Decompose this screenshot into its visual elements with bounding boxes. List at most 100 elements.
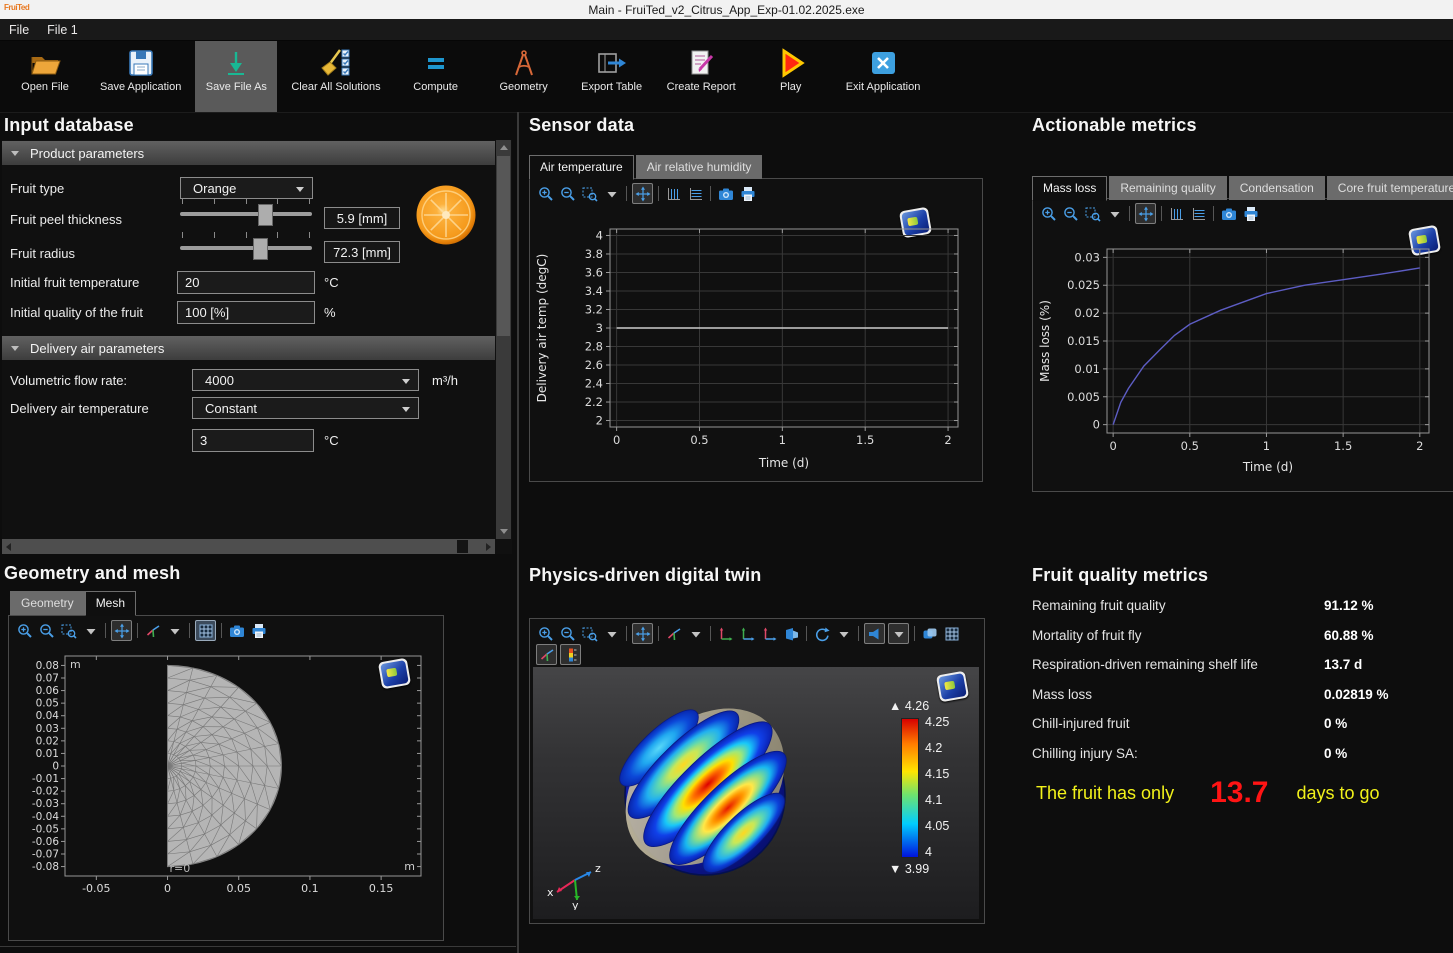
zoom-box-icon[interactable] [59,621,78,640]
zoom-out-icon[interactable] [558,624,577,643]
print-icon[interactable] [738,184,757,203]
print-icon[interactable] [249,621,268,640]
fruit-radius-value[interactable]: 72.3 [mm] [324,241,400,263]
caret-icon[interactable] [165,621,184,640]
slider-track[interactable] [180,246,312,250]
initial-fruit-temperature-input[interactable]: 20 [177,271,315,294]
export-table-button[interactable]: Export Table [571,41,653,112]
grid-toggle-icon[interactable] [195,620,216,641]
save-application-button[interactable]: Save Application [92,41,189,112]
mass-loss-chart[interactable]: 00.511.5200.0050.010.0150.020.0250.03Tim… [1035,235,1443,484]
vertical-scrollbar[interactable] [496,140,511,539]
scene-light-icon[interactable] [920,624,939,643]
zoom-extents-icon[interactable] [632,623,653,644]
delivery-air-temperature-input[interactable]: 3 [192,429,314,452]
play-button[interactable]: Play [750,41,832,112]
caret-icon[interactable] [81,621,100,640]
axes-toggle-icon[interactable] [536,644,557,665]
scroll-left-icon[interactable] [6,543,11,551]
x-grid-icon[interactable] [664,184,683,203]
print-icon[interactable] [1241,204,1260,223]
actionable-tab-mass-loss[interactable]: Mass loss [1032,176,1107,201]
view-yz-icon[interactable] [738,624,757,643]
fruit-type-select[interactable]: Orange [180,177,313,199]
geometry-tab-mesh[interactable]: Mesh [85,591,136,616]
transparency-icon[interactable] [864,623,885,644]
twin-3d-viewport[interactable]: ▲ 4.26 4.254.24.154.14.054 ▼ 3.99 [533,667,979,919]
scroll-down-icon[interactable] [500,529,508,534]
zoom-in-icon[interactable] [536,624,555,643]
menu-item-file[interactable]: File [0,19,38,40]
menu-item-file-1[interactable]: File 1 [38,19,87,40]
actionable-tab-core-fruit-temperature[interactable]: Core fruit temperature [1327,176,1453,200]
caret-icon[interactable] [888,623,909,644]
initial-quality-input[interactable]: 100 [%] [177,301,315,324]
fruit-quality-title: Fruit quality metrics [1032,565,1208,586]
delivery-air-temperature-select[interactable]: Constant [192,397,419,419]
save-file-as-button[interactable]: Save File As [195,41,277,112]
zoom-out-icon[interactable] [558,184,577,203]
zoom-out-icon[interactable] [1061,204,1080,223]
product-parameters-header[interactable]: Product parameters [2,141,495,165]
camera-icon[interactable] [227,621,246,640]
caret-icon[interactable] [1105,204,1124,223]
volumetric-flow-rate-select[interactable]: 4000 [192,369,419,391]
slider-thumb[interactable] [253,238,268,260]
geometry-button[interactable]: Geometry [483,41,565,112]
compute-button[interactable]: Compute [395,41,477,112]
delivery-air-parameters-header[interactable]: Delivery air parameters [2,336,495,360]
camera-icon[interactable] [716,184,735,203]
zoom-in-icon[interactable] [15,621,34,640]
fruit-peel-thickness-value[interactable]: 5.9 [mm] [324,207,400,229]
rotate-icon[interactable] [812,624,831,643]
zoom-extents-icon[interactable] [1135,203,1156,224]
sensor-chart[interactable]: 00.511.5222.22.42.62.833.23.43.63.84Time… [532,211,974,480]
grid-toggle-icon[interactable] [942,624,961,643]
sensor-tab-air-relative-humidity[interactable]: Air relative humidity [636,155,763,179]
legend-toggle-icon[interactable] [560,644,581,665]
y-grid-icon[interactable] [686,184,705,203]
view-xz-icon[interactable] [760,624,779,643]
scroll-right-icon[interactable] [486,543,491,551]
actionable-tab-remaining-quality[interactable]: Remaining quality [1109,176,1226,200]
caret-icon[interactable] [686,624,705,643]
y-grid-icon[interactable] [1189,204,1208,223]
zoom-out-icon[interactable] [37,621,56,640]
legend-tick: 4.1 [925,794,949,806]
zoom-box-icon[interactable] [580,624,599,643]
axis-triad-icon[interactable] [664,624,683,643]
x-grid-icon[interactable] [1167,204,1186,223]
create-report-button[interactable]: Create Report [659,41,744,112]
scroll-up-icon[interactable] [500,145,508,150]
panel-splitter[interactable] [517,112,519,953]
slider-track[interactable] [180,212,312,216]
fruit-peel-thickness-slider[interactable] [180,198,312,224]
caret-icon[interactable] [602,624,621,643]
exit-application-button[interactable]: Exit Application [838,41,929,112]
sensor-tab-air-temperature[interactable]: Air temperature [529,155,634,180]
mesh-plot[interactable]: -0.0500.050.10.15-0.08-0.07-0.06-0.05-0.… [11,648,437,911]
zoom-in-icon[interactable] [536,184,555,203]
scrollbar-thumb[interactable] [457,540,468,553]
caret-icon[interactable] [602,184,621,203]
svg-text:0.005: 0.005 [1067,390,1100,404]
camera-icon[interactable] [1219,204,1238,223]
scrollbar-thumb[interactable] [497,156,510,336]
zoom-extents-icon[interactable] [632,183,653,204]
zoom-in-icon[interactable] [1039,204,1058,223]
zoom-box-icon[interactable] [580,184,599,203]
fruit-radius-slider[interactable] [180,232,312,258]
actionable-tab-condensation[interactable]: Condensation [1229,176,1325,200]
default-3d-icon[interactable] [782,624,801,643]
svg-text:r=0: r=0 [170,862,191,875]
geometry-tab-geometry[interactable]: Geometry [10,591,85,615]
axis-triad-icon[interactable] [143,621,162,640]
slider-thumb[interactable] [258,204,273,226]
caret-icon[interactable] [834,624,853,643]
open-file-button[interactable]: Open File [4,41,86,112]
view-xy-icon[interactable] [716,624,735,643]
zoom-box-icon[interactable] [1083,204,1102,223]
horizontal-scrollbar[interactable] [2,539,495,554]
clear-all-solutions-button[interactable]: Clear All Solutions [283,41,388,112]
zoom-extents-icon[interactable] [111,620,132,641]
